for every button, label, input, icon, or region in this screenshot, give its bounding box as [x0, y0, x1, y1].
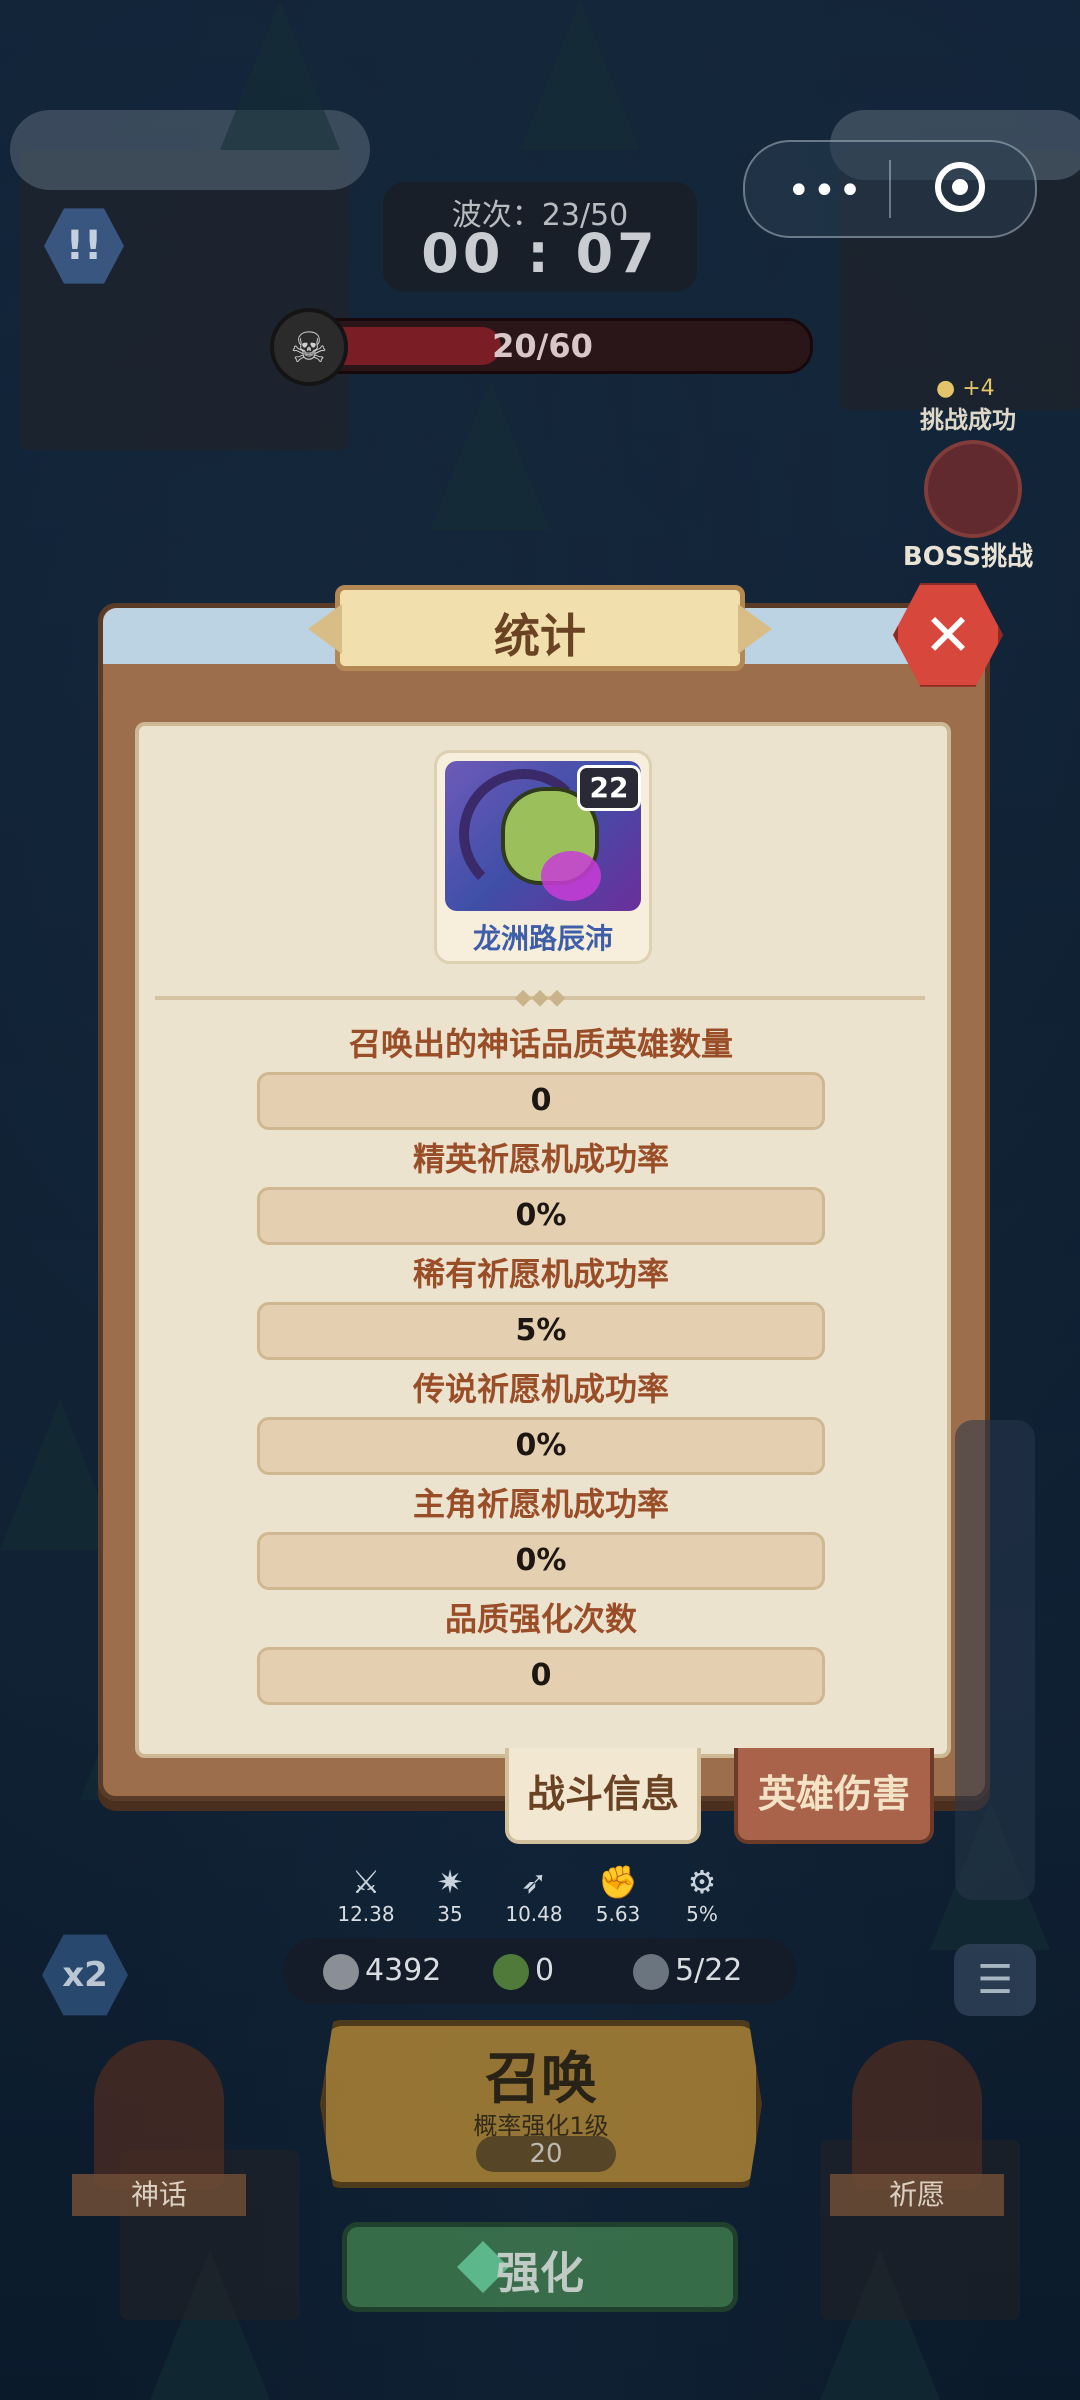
speed-icon: ➶ [520, 1863, 548, 1901]
coin-icon [323, 1953, 359, 1990]
summon-button[interactable]: 召唤 概率强化1级 20 [320, 2020, 762, 2188]
mini-stat-value: 5.63 [595, 1902, 641, 1926]
mini-stat: ⚙ 5% [666, 1862, 738, 1926]
summon-title: 召唤 [485, 2047, 597, 2112]
stat-label: 精英祈愿机成功率 [412, 1140, 669, 1178]
clover-resource: 0 [493, 1950, 554, 1992]
hero-name: 龙洲路辰沛 [472, 922, 613, 955]
stat-value: 5% [257, 1302, 825, 1360]
enemy-count-text: 20/60 [492, 327, 593, 365]
attack-icon: ⚔ [351, 1863, 381, 1901]
stat-value: 0% [257, 1187, 825, 1245]
mini-stat-value: 5% [686, 1902, 718, 1926]
fist-icon: ✊ [598, 1863, 638, 1901]
stat-value: 0% [257, 1532, 825, 1590]
boss-label: BOSS挑战 [902, 542, 1034, 572]
hero-card: 22 龙洲路辰沛 [434, 750, 652, 964]
resource-bar: 4392 0 5/22 [283, 1938, 797, 2004]
wish-button[interactable]: 祈愿 [830, 2040, 1004, 2220]
upgrade-label: 强化 [496, 2248, 584, 2299]
myth-emblem-icon [94, 2040, 224, 2190]
side-tools-panel [955, 1420, 1035, 1900]
unit-count: 5/22 [675, 1953, 743, 1988]
coin-resource: 4392 [323, 1950, 441, 1992]
unit-resource: 5/22 [633, 1950, 742, 1992]
myth-label: 神话 [72, 2174, 246, 2216]
stat-value: 0 [257, 1072, 825, 1130]
stat-item: 精英祈愿机成功率 0% [257, 1137, 825, 1245]
wish-label: 祈愿 [830, 2174, 1004, 2216]
crit-icon: ✷ [436, 1863, 464, 1901]
boss-reward: ● +4 [936, 376, 995, 401]
clover-count: 0 [535, 1953, 555, 1988]
hero-level-badge: 22 [577, 765, 641, 811]
miniprogram-capsule: ••• [743, 140, 1037, 238]
dialog-title-ribbon: 统计 [335, 585, 745, 671]
stat-label: 传说祈愿机成功率 [412, 1370, 669, 1408]
exit-miniprogram-icon[interactable] [935, 162, 985, 212]
mini-stat: ✷ 35 [414, 1862, 486, 1926]
dialog-title: 统计 [494, 609, 586, 663]
stat-item: 主角祈愿机成功率 0% [257, 1482, 825, 1590]
summon-cost: 20 [476, 2136, 616, 2172]
gear-icon: ⚙ [687, 1863, 717, 1901]
boss-status: 挑战成功 [920, 406, 1016, 434]
clover-icon [493, 1953, 529, 1990]
close-icon: ✕ [923, 601, 973, 669]
boss-challenge-button[interactable]: ● +4 挑战成功 BOSS挑战 [888, 376, 1048, 576]
wave-timer-panel: 波次：23/50 00 : 07 [383, 182, 697, 292]
stat-label: 稀有祈愿机成功率 [412, 1255, 669, 1293]
stat-label: 主角祈愿机成功率 [412, 1485, 669, 1523]
skull-icon: ☠ [270, 308, 348, 386]
stat-item: 稀有祈愿机成功率 5% [257, 1252, 825, 1360]
mini-stat-value: 10.48 [505, 1902, 563, 1926]
mini-stat-value: 35 [437, 1902, 463, 1926]
stat-item: 召唤出的神话品质英雄数量 0 [257, 1022, 825, 1130]
unit-icon [633, 1953, 669, 1990]
myth-button[interactable]: 神话 [72, 2040, 246, 2220]
enemy-count-bar: 20/60 [272, 318, 813, 374]
wish-emblem-icon [852, 2040, 982, 2190]
mini-stat: ✊ 5.63 [582, 1862, 654, 1926]
stat-item: 品质强化次数 0 [257, 1597, 825, 1705]
stat-item: 传说祈愿机成功率 0% [257, 1367, 825, 1475]
stat-label: 召唤出的神话品质英雄数量 [348, 1025, 733, 1063]
coin-count: 4392 [365, 1953, 442, 1988]
upgrade-button[interactable]: 强化 [342, 2222, 738, 2312]
wave-timer: 00 : 07 [421, 222, 659, 285]
more-options-icon[interactable]: ••• [787, 168, 864, 214]
stat-label: 品质强化次数 [444, 1600, 637, 1638]
divider-ornament-icon: ◆◆◆ [514, 985, 566, 1010]
stat-value: 0% [257, 1417, 825, 1475]
mini-stat-value: 12.38 [337, 1902, 395, 1926]
menu-button[interactable]: ☰ [954, 1944, 1036, 2016]
mini-stats-row: ⚔ 12.38 ✷ 35 ➶ 10.48 ✊ 5.63 ⚙ 5% [330, 1862, 750, 1932]
mini-stat: ➶ 10.48 [498, 1862, 570, 1926]
tab-battle-info[interactable]: 战斗信息 [505, 1748, 701, 1844]
stat-value: 0 [257, 1647, 825, 1705]
tab-hero-damage[interactable]: 英雄伤害 [734, 1748, 934, 1844]
boss-face-icon [924, 440, 1022, 538]
mini-stat: ⚔ 12.38 [330, 1862, 402, 1926]
menu-icon: ☰ [977, 1957, 1013, 2003]
